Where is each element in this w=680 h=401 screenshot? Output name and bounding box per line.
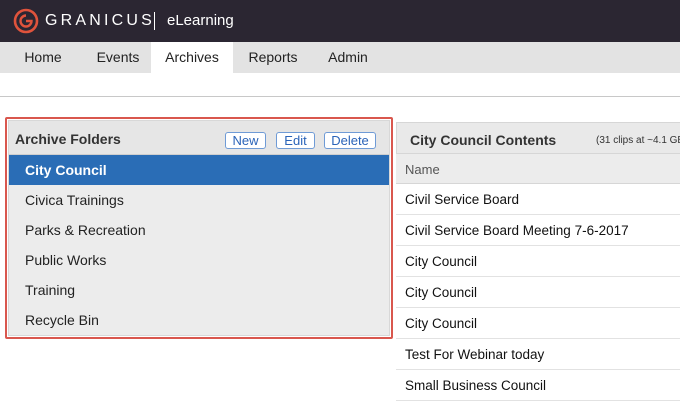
- table-row[interactable]: Civil Service Board: [396, 184, 680, 215]
- table-row[interactable]: City Council: [396, 277, 680, 308]
- archive-folders-header: Archive Folders New Edit Delete: [9, 121, 389, 155]
- edit-folder-button[interactable]: Edit: [276, 132, 315, 149]
- tab-archives[interactable]: Archives: [151, 42, 233, 73]
- row-name: Test For Webinar today: [405, 347, 545, 362]
- main-nav: Home Events Archives Reports Admin: [0, 42, 680, 73]
- folder-item-civica-trainings[interactable]: Civica Trainings: [9, 185, 389, 215]
- contents-panel: City Council Contents (31 clips at ~4.1 …: [396, 122, 680, 401]
- table-row[interactable]: Small Business Council: [396, 370, 680, 401]
- table-row[interactable]: Test For Webinar today: [396, 339, 680, 370]
- contents-title: City Council Contents: [410, 132, 557, 148]
- column-name-label: Name: [405, 162, 440, 177]
- column-header-name[interactable]: Name: [396, 154, 680, 184]
- row-name: Civil Service Board: [405, 192, 520, 207]
- contents-summary: (31 clips at ~4.1 GB: [596, 135, 680, 146]
- row-name: City Council: [405, 254, 478, 269]
- archive-folders-title: Archive Folders: [15, 131, 121, 147]
- row-name: Civil Service Board Meeting 7-6-2017: [405, 223, 629, 238]
- header-divider: [154, 12, 155, 30]
- new-folder-button[interactable]: New: [225, 132, 266, 149]
- table-row[interactable]: Civil Service Board Meeting 7-6-2017: [396, 215, 680, 246]
- table-row[interactable]: City Council: [396, 308, 680, 339]
- folder-item-training[interactable]: Training: [9, 275, 389, 305]
- row-name: City Council: [405, 316, 478, 331]
- row-name: City Council: [405, 285, 478, 300]
- folder-item-parks-recreation[interactable]: Parks & Recreation: [9, 215, 389, 245]
- tab-reports[interactable]: Reports: [235, 42, 311, 73]
- tab-events[interactable]: Events: [86, 42, 150, 73]
- row-name: Small Business Council: [405, 378, 547, 393]
- folder-item-public-works[interactable]: Public Works: [9, 245, 389, 275]
- tab-home[interactable]: Home: [0, 42, 86, 73]
- granicus-logo-icon: [13, 8, 41, 39]
- folder-item-recycle-bin[interactable]: Recycle Bin: [9, 305, 389, 335]
- folder-item-city-council[interactable]: City Council: [9, 155, 389, 185]
- brand-name: GRANICUS: [45, 12, 156, 29]
- top-bar: GRANICUS eLearning: [0, 0, 680, 42]
- tab-admin[interactable]: Admin: [313, 42, 383, 73]
- product-name: eLearning: [167, 12, 234, 29]
- contents-header: City Council Contents (31 clips at ~4.1 …: [396, 122, 680, 154]
- delete-folder-button[interactable]: Delete: [324, 132, 376, 149]
- page-divider: [0, 96, 680, 97]
- table-row[interactable]: City Council: [396, 246, 680, 277]
- archive-folders-panel: Archive Folders New Edit Delete City Cou…: [8, 120, 390, 336]
